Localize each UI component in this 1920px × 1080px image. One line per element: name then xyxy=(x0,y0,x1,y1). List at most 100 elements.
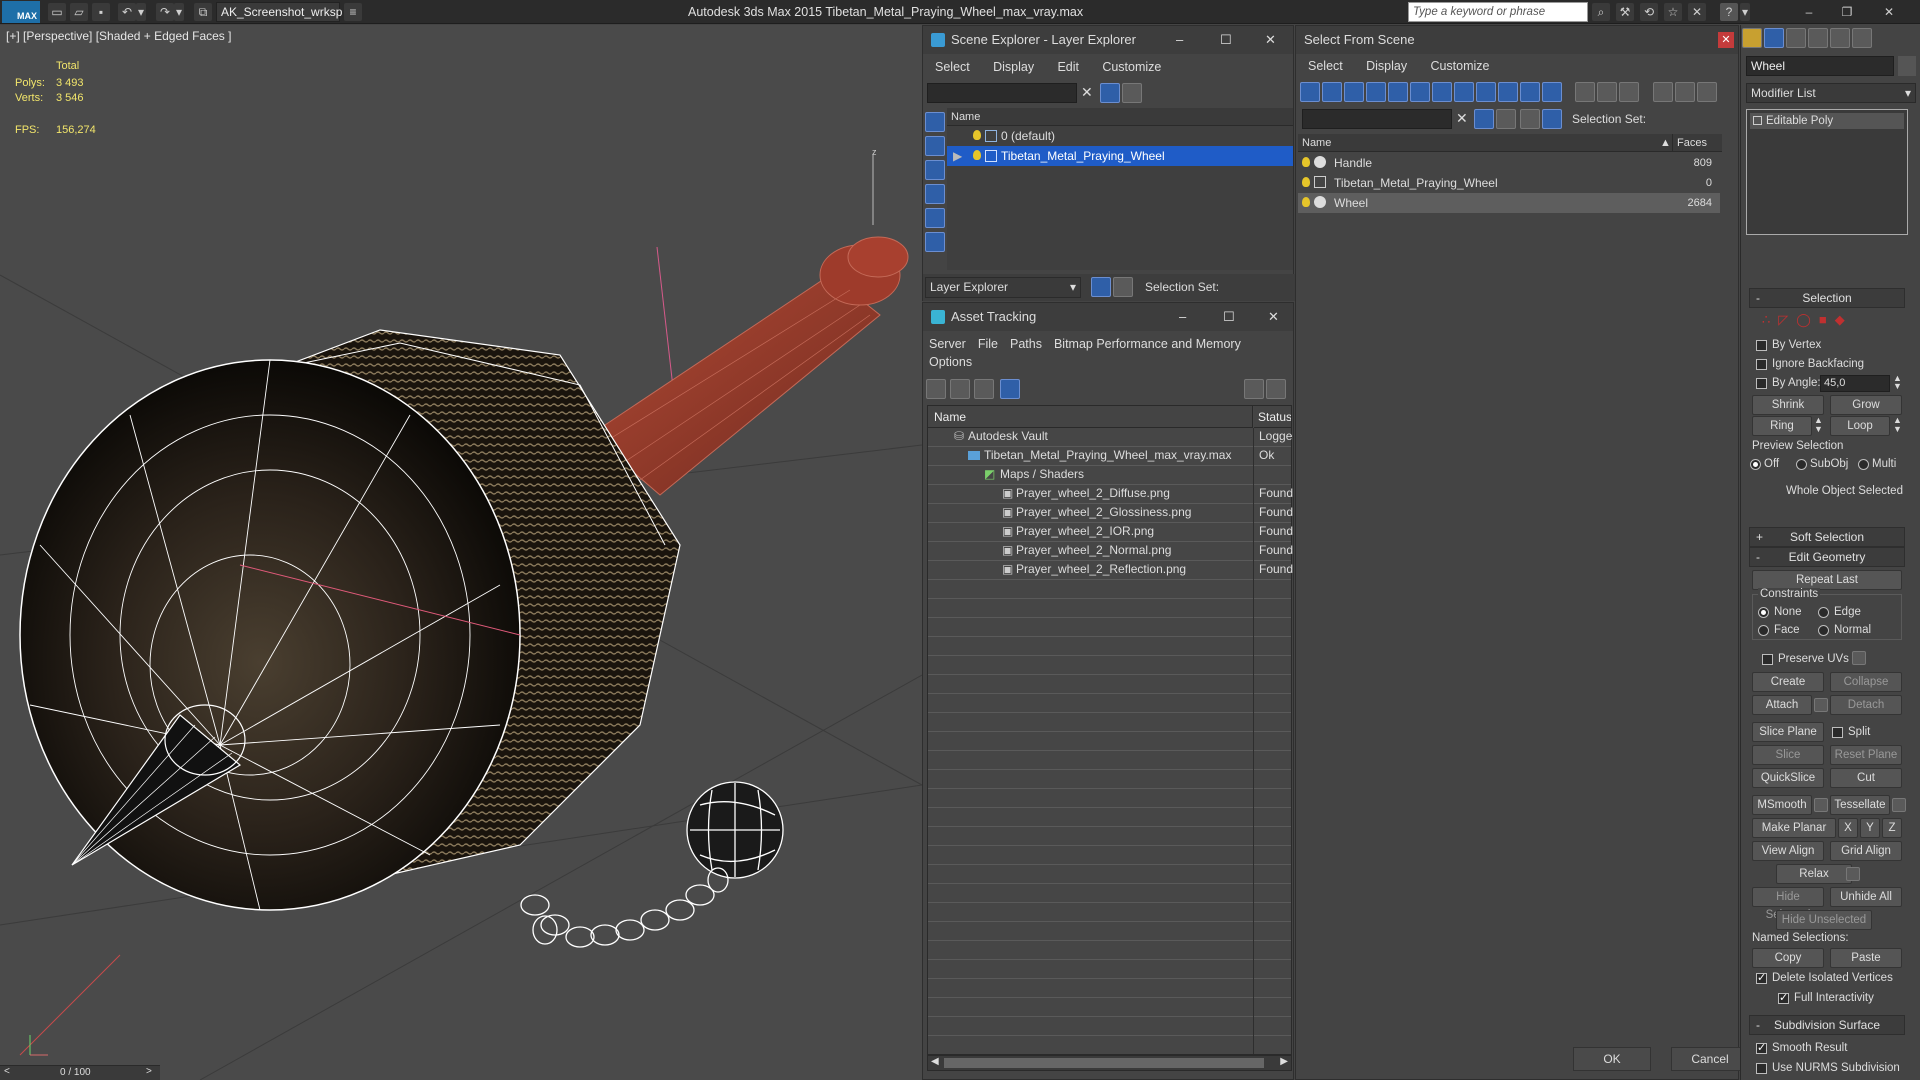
select-invert-icon[interactable] xyxy=(1619,82,1640,102)
layer-col-name[interactable]: Name xyxy=(947,108,1293,126)
menu-customize[interactable]: Customize xyxy=(1092,54,1171,80)
repeat-last-button[interactable]: Repeat Last xyxy=(1752,570,1902,590)
app-logo[interactable]: MAX xyxy=(2,1,40,23)
open-file-icon[interactable]: ▱ xyxy=(70,3,88,21)
asset-row-maxfile[interactable]: Tibetan_Metal_Praying_Wheel_max_vray.max… xyxy=(930,446,1295,465)
sfs-filter-icon[interactable] xyxy=(1474,109,1494,129)
timeline-next-icon[interactable]: > xyxy=(146,1066,152,1077)
filter-helpers-icon[interactable] xyxy=(1388,82,1408,102)
create-button[interactable]: Create xyxy=(1752,672,1824,692)
scroll-left-icon[interactable]: ◀ xyxy=(931,1056,939,1067)
sfs-menu-display[interactable]: Display xyxy=(1356,54,1417,78)
menu-bitmap-performance[interactable]: Bitmap Performance and Memory xyxy=(1048,335,1247,353)
sfs-layer-icon[interactable] xyxy=(1520,109,1540,129)
menu-display[interactable]: Display xyxy=(983,54,1044,80)
filter-geometry-icon[interactable] xyxy=(1300,82,1320,102)
minimize-icon[interactable]: – xyxy=(1800,3,1818,21)
sfs-menu-select[interactable]: Select xyxy=(1298,54,1353,78)
lights-filter-icon[interactable] xyxy=(925,208,945,228)
make-planar-button[interactable]: Make Planar xyxy=(1752,818,1836,838)
menu-server[interactable]: Server xyxy=(923,335,972,353)
redo-icon[interactable]: ↷ xyxy=(156,3,174,21)
shrink-button[interactable]: Shrink xyxy=(1752,395,1824,415)
layer-explorer-maximize-icon[interactable]: ☐ xyxy=(1220,26,1232,54)
motion-tab-icon[interactable] xyxy=(1808,28,1828,48)
funnel-icon[interactable] xyxy=(1652,82,1673,102)
layer-options-icon[interactable] xyxy=(1122,83,1142,103)
unhide-all-button[interactable]: Unhide All xyxy=(1830,887,1902,907)
filter-spacewarps-icon[interactable] xyxy=(1410,82,1430,102)
preserve-uvs-settings-icon[interactable] xyxy=(1852,651,1866,665)
asset-col-name[interactable]: Name xyxy=(928,406,1253,428)
grow-button[interactable]: Grow xyxy=(1830,395,1902,415)
asset-col-status[interactable]: Status xyxy=(1254,406,1291,428)
ignore-backfacing-checkbox[interactable] xyxy=(1756,359,1767,370)
slice-button[interactable]: Slice xyxy=(1752,745,1824,765)
filter-frozen-icon[interactable] xyxy=(1520,82,1540,102)
display-all-icon[interactable] xyxy=(925,136,945,156)
vertex-mode-icon[interactable]: ∴ xyxy=(1762,312,1778,327)
copy-button[interactable]: Copy xyxy=(1752,948,1824,968)
redo-dropdown-icon[interactable]: ▾ xyxy=(174,3,184,21)
sfs-col-faces[interactable]: Faces xyxy=(1672,134,1707,152)
menu-select[interactable]: Select xyxy=(925,54,980,80)
preserve-uvs-checkbox[interactable] xyxy=(1762,654,1773,665)
columns-icon[interactable] xyxy=(1696,82,1717,102)
list-view-icon[interactable] xyxy=(950,379,970,399)
constraint-normal-radio[interactable] xyxy=(1818,625,1829,636)
scene-row-handle[interactable]: Handle 809 xyxy=(1298,153,1720,173)
constraint-none-radio[interactable] xyxy=(1758,607,1769,618)
by-angle-checkbox[interactable] xyxy=(1756,378,1767,389)
msmooth-button[interactable]: MSmooth xyxy=(1752,795,1812,815)
relax-button[interactable]: Relax xyxy=(1776,864,1852,884)
angle-spinner-arrows[interactable]: ▲ ▼ xyxy=(1893,374,1902,391)
object-name-field[interactable]: Wheel xyxy=(1746,56,1894,76)
layer-explorer-close-icon[interactable]: ✕ xyxy=(1265,26,1276,54)
quickslice-button[interactable]: QuickSlice xyxy=(1752,768,1824,788)
asset-close-icon[interactable]: ✕ xyxy=(1268,303,1279,331)
split-checkbox[interactable] xyxy=(1832,727,1843,738)
create-tab-icon[interactable] xyxy=(1742,28,1762,48)
planar-x-button[interactable]: X xyxy=(1838,818,1858,838)
asset-maximize-icon[interactable]: ☐ xyxy=(1223,303,1235,331)
selection-rollout-header[interactable]: - Selection xyxy=(1749,288,1905,308)
by-vertex-checkbox[interactable] xyxy=(1756,340,1767,351)
menu-paths[interactable]: Paths xyxy=(1004,335,1048,353)
sfs-col-name[interactable]: Name xyxy=(1302,137,1331,149)
edge-mode-icon[interactable]: ◸ xyxy=(1778,312,1796,327)
element-mode-icon[interactable]: ◆ xyxy=(1835,312,1853,327)
edit-geometry-rollout-header[interactable]: - Edit Geometry xyxy=(1749,547,1905,567)
sfs-clear-icon[interactable]: ✕ xyxy=(1456,110,1468,127)
asset-help-icon[interactable] xyxy=(1244,379,1264,399)
help-dropdown-icon[interactable]: ▾ xyxy=(1740,3,1750,21)
modify-tab-icon[interactable] xyxy=(1764,28,1784,48)
favorites-star-icon[interactable]: ☆ xyxy=(1664,3,1682,21)
layers-filter-icon[interactable] xyxy=(925,232,945,252)
timeline-prev-icon[interactable]: < xyxy=(4,1066,10,1077)
viewport-label[interactable]: [+] [Perspective] [Shaded + Edged Faces … xyxy=(6,29,231,43)
soft-selection-rollout-header[interactable]: + Soft Selection xyxy=(1749,527,1905,547)
tessellate-button[interactable]: Tessellate xyxy=(1830,795,1890,815)
full-interactivity-checkbox[interactable] xyxy=(1778,991,1789,1004)
hide-selected-button[interactable]: Hide Selected xyxy=(1752,887,1824,921)
ring-button[interactable]: Ring xyxy=(1752,416,1812,436)
layer-explorer-titlebar[interactable]: Scene Explorer - Layer Explorer – ☐ ✕ xyxy=(923,26,1293,54)
subscription-icon[interactable]: ⟲ xyxy=(1640,3,1658,21)
filter-icon[interactable] xyxy=(1100,83,1120,103)
menu-edit[interactable]: Edit xyxy=(1047,54,1089,80)
asset-row-normal[interactable]: ▣ Prayer_wheel_2_Normal.png Found xyxy=(930,541,1295,560)
preview-off-radio[interactable] xyxy=(1750,459,1761,470)
grid-align-button[interactable]: Grid Align xyxy=(1830,841,1902,861)
asset-hscrollbar[interactable]: ◀ ▶ xyxy=(927,1055,1292,1071)
scene-row-group[interactable]: Tibetan_Metal_Praying_Wheel 0 xyxy=(1298,173,1720,193)
asset-settings-icon[interactable] xyxy=(1266,379,1286,399)
timeline-bar[interactable]: < 0 / 100 > xyxy=(0,1065,160,1080)
binoculars-icon[interactable]: ⌕ xyxy=(1592,3,1610,21)
hierarchy-icon[interactable] xyxy=(1674,82,1695,102)
filter-hidden-icon[interactable] xyxy=(1542,82,1562,102)
use-nurms-checkbox[interactable] xyxy=(1756,1063,1767,1074)
object-color-swatch[interactable] xyxy=(1898,56,1916,76)
utilities-tab-icon[interactable] xyxy=(1852,28,1872,48)
hierarchy-tab-icon[interactable] xyxy=(1786,28,1806,48)
geometry-filter-icon[interactable] xyxy=(925,184,945,204)
